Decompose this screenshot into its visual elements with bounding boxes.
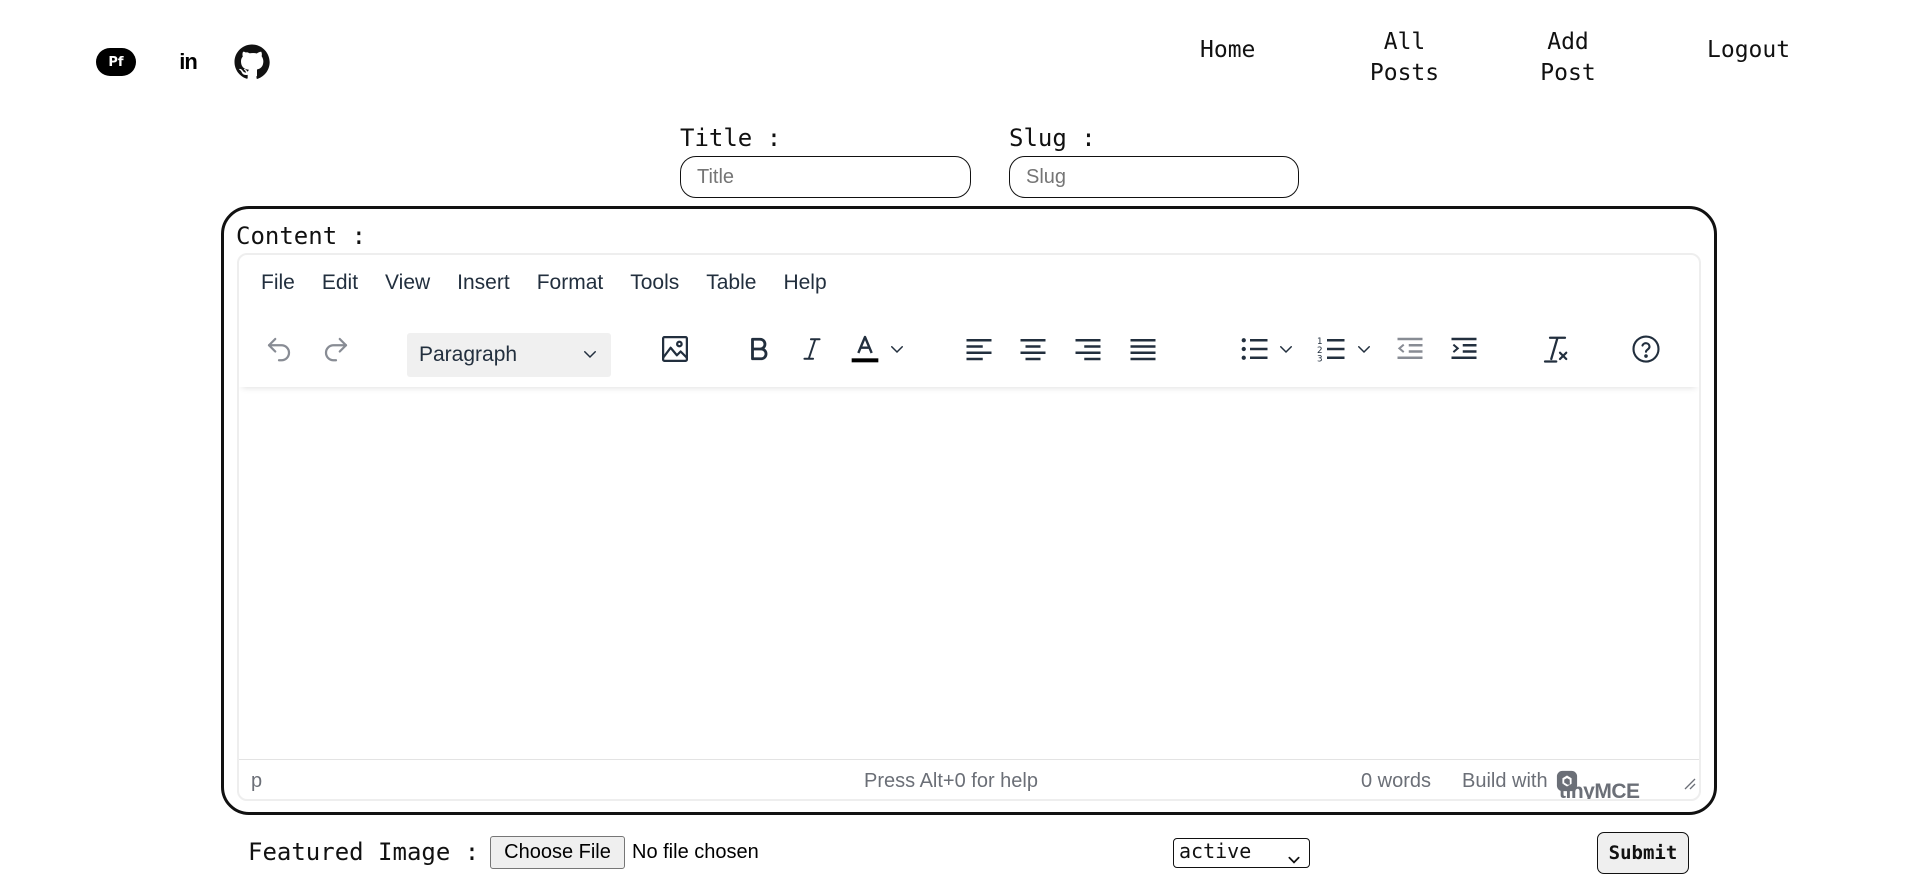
editor-statusbar: p Press Alt+0 for help 0 words Build wit… [239,759,1699,799]
bold-icon[interactable] [744,311,774,387]
indent-icon[interactable] [1448,311,1480,387]
svg-text:3: 3 [1317,355,1323,365]
block-format-label: Paragraph [419,343,518,366]
menu-table[interactable]: Table [706,271,756,295]
linkedin-icon[interactable]: in [175,48,201,76]
editor-menubar: File Edit View Insert Format Tools Table… [239,255,1699,311]
clear-formatting-icon[interactable] [1539,311,1571,387]
status-select[interactable]: active [1173,838,1310,868]
resize-handle-icon[interactable] [1682,773,1696,796]
content-label: Content : [236,222,367,250]
help-hint: Press Alt+0 for help [864,770,1038,792]
menu-edit[interactable]: Edit [322,271,358,295]
nav-all-posts[interactable]: All Posts [1357,27,1452,89]
bullet-list-chevron-icon[interactable] [1276,311,1296,387]
align-center-icon[interactable] [1017,311,1049,387]
nav-home[interactable]: Home [1200,35,1255,66]
tinymce-brand: tinyMCE [1559,780,1640,801]
help-icon[interactable] [1630,311,1662,387]
align-left-icon[interactable] [963,311,995,387]
block-format-select[interactable]: Paragraph [407,333,611,377]
menu-view[interactable]: View [385,271,430,295]
menu-format[interactable]: Format [537,271,604,295]
word-count[interactable]: 0 words [1361,770,1431,793]
chevron-down-icon [581,345,599,369]
title-input[interactable] [680,156,971,198]
text-color-icon[interactable] [848,311,882,387]
file-status-text: No file chosen [632,841,759,863]
title-label: Title : [680,124,782,152]
undo-icon[interactable] [261,311,297,387]
choose-file-button[interactable]: Choose File [490,836,625,869]
tinymce-logo[interactable]: tinyMCE [1556,770,1640,799]
chevron-down-icon [1287,848,1301,872]
menu-help[interactable]: Help [783,271,826,295]
github-icon[interactable] [231,41,273,83]
nav-add-post[interactable]: Add Post [1533,27,1603,89]
text-color-chevron-icon[interactable] [887,311,907,387]
bullet-list-icon[interactable] [1239,311,1271,387]
align-justify-icon[interactable] [1127,311,1159,387]
element-path[interactable]: p [251,770,262,793]
slug-label: Slug : [1009,124,1096,152]
featured-image-label: Featured Image : [248,838,480,866]
status-select-value: active [1179,839,1252,863]
editor-content-area[interactable] [239,387,1699,761]
redo-icon[interactable] [318,311,354,387]
italic-icon[interactable] [797,311,827,387]
build-with-label: Build with [1462,770,1548,792]
image-icon[interactable] [657,311,693,387]
social-links: Pf in [96,41,273,83]
portfolio-icon[interactable]: Pf [96,48,136,76]
numbered-list-icon[interactable]: 123 [1316,311,1348,387]
nav-logout[interactable]: Logout [1707,35,1790,66]
align-right-icon[interactable] [1072,311,1104,387]
menu-tools[interactable]: Tools [630,271,679,295]
outdent-icon[interactable] [1394,311,1426,387]
numbered-list-chevron-icon[interactable] [1354,311,1374,387]
editor-toolbar: Paragraph 1 2 3 [239,311,1699,387]
submit-button[interactable]: Submit [1597,832,1689,874]
rich-text-editor: File Edit View Insert Format Tools Table… [237,253,1701,801]
menu-insert[interactable]: Insert [457,271,510,295]
slug-input[interactable] [1009,156,1299,198]
menu-file[interactable]: File [261,271,295,295]
